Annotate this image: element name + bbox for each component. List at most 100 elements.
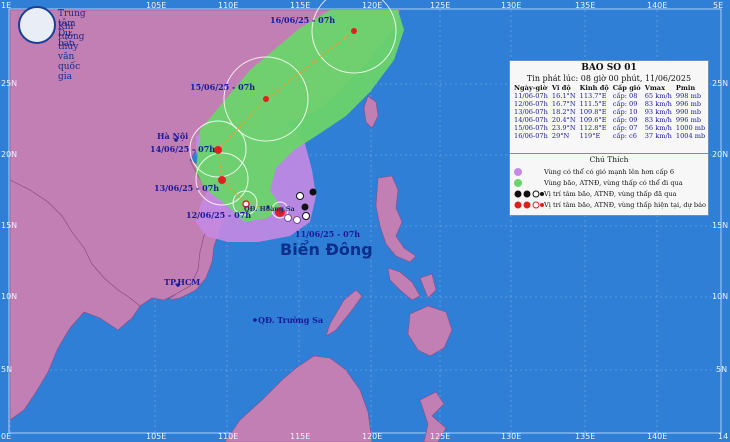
cell-latitude: 18.2°N [551, 108, 576, 116]
place-hcm: TP.HCM [164, 277, 201, 287]
lat-label-left: 5N [1, 365, 13, 374]
cell-longitude: 113.7°E [579, 92, 607, 100]
cell-latitude: 23.9°N [551, 124, 576, 132]
lon-label-top: 110E [218, 1, 239, 10]
cell-latitude: 20.4°N [551, 116, 576, 124]
cell-longitude: 112.8°E [579, 124, 607, 132]
cell-wind-level: cấp: 09 [612, 100, 638, 108]
forecast-table-header: Ngày-giờ Vĩ độ Kinh độ Cấp gió Vmax Pmin [512, 84, 707, 92]
col-pmin: Pmin [675, 84, 696, 92]
visayas-islands [387, 267, 437, 301]
cell-latitude: 16.7°N [551, 100, 576, 108]
edge-label-bottom-right: 14 [718, 432, 729, 441]
place-hoang-sa: QĐ. Hoàng Sa [244, 205, 295, 213]
track-label: 15/06/25 - 07h [190, 82, 256, 92]
table-row: 16/06-07h 29°N 119°E cấp: c6 37 km/h 1004 mb [512, 132, 707, 140]
lon-label-top: 105E [146, 1, 167, 10]
lon-label-top: 115E [290, 1, 311, 10]
cell-vmax: 37 km/h [644, 132, 672, 140]
past-center-symbols-icon [514, 189, 544, 199]
luzon-island [375, 175, 417, 263]
lat-label-left: 15N [1, 221, 18, 230]
lon-label-bottom: 125E [430, 432, 451, 441]
cell-datetime: 13/06-07h [514, 108, 548, 116]
lat-label-right: 10N [712, 292, 729, 301]
lat-label-left: 10N [1, 292, 18, 301]
lon-label-bottom: 105E [146, 432, 167, 441]
track-label: 13/06/25 - 07h [154, 183, 220, 193]
lat-label-left: 25N [1, 79, 18, 88]
legend-title: Chú Thích [589, 155, 629, 164]
lon-label-bottom: 110E [218, 432, 239, 441]
lat-label-right: 5N [716, 365, 728, 374]
cell-wind-level: cấp: 09 [612, 116, 638, 124]
cell-pmin: 996 mb [675, 100, 702, 108]
track-label: 14/06/25 - 07h [150, 144, 216, 154]
lon-label-top: 135E [575, 1, 596, 10]
cell-vmax: 56 km/h [644, 124, 672, 132]
cell-datetime: 16/06-07h [514, 132, 548, 140]
cell-vmax: 83 km/h [644, 100, 672, 108]
storm-track-map: 1E 5E 0E 14 105E 110E 115E 120E 125E 130… [0, 0, 730, 442]
col-latitude: Vĩ độ [551, 84, 571, 92]
cell-datetime: 15/06-07h [514, 124, 548, 132]
legend-item: Vị trí tâm bão, ATNĐ, vùng thấp hiện tại… [514, 200, 706, 210]
cell-longitude: 109.6°E [579, 116, 607, 124]
bulletin-title: BAO SO 01 [581, 63, 637, 73]
bulletin-panel: BAO SO 01 Tin phát lúc: 08 giờ 00 phút, … [509, 60, 709, 154]
purple-zone-swatch-icon [514, 168, 522, 176]
mindanao-island [407, 305, 453, 357]
lon-label-bottom: 115E [290, 432, 311, 441]
legend-item-label: Vùng bão, ATNĐ, vùng thấp có thể đi qua [544, 179, 683, 187]
forecast-center-symbols-icon [514, 200, 544, 210]
lat-label-left: 20N [1, 150, 18, 159]
legend-item-label: Vùng có thể có gió mạnh lên hơn cấp 6 [544, 168, 675, 176]
lon-label-bottom: 135E [575, 432, 596, 441]
lon-label-bottom: 130E [501, 432, 522, 441]
cell-datetime: 14/06-07h [514, 116, 548, 124]
lon-label-top: 140E [647, 1, 668, 10]
cell-datetime: 12/06-07h [514, 100, 548, 108]
legend-item-label: Vị trí tâm bão, ATNĐ, vùng thấp đã qua [544, 190, 677, 198]
lon-label-top: 125E [430, 1, 451, 10]
table-row: 14/06-07h 20.4°N 109.6°E cấp: 09 83 km/h 996 … [512, 116, 707, 124]
track-label: 12/06/25 - 07h [186, 210, 252, 220]
lon-label-top: 130E [501, 1, 522, 10]
cell-pmin: 996 mb [675, 116, 702, 124]
lon-label-bottom: 120E [362, 432, 383, 441]
green-cone-swatch-icon [514, 179, 522, 187]
track-label: 16/06/25 - 07h [270, 15, 336, 25]
col-vmax: Vmax [644, 84, 666, 92]
taiwan-island [363, 95, 379, 129]
legend-panel: Chú Thích Vùng có thể có gió mạnh lên hơ… [509, 153, 709, 216]
cell-latitude: 29°N [551, 132, 570, 140]
cell-vmax: 93 km/h [644, 108, 672, 116]
legend-item-label: Vị trí tâm bão, ATNĐ, vùng thấp hiện tại… [544, 201, 707, 209]
table-row: 13/06-07h 18.2°N 109.8°E cấp: 10 93 km/h 990 … [512, 108, 707, 116]
table-row: 11/06-07h 16.1°N 113.7°E cấp: 08 65 km/h 998 … [512, 92, 707, 100]
lon-label-top: 120E [362, 1, 383, 10]
borneo-island [224, 355, 373, 442]
cell-wind-level: cấp: c6 [612, 132, 637, 140]
forecast-table: Ngày-giờ Vĩ độ Kinh độ Cấp gió Vmax Pmin… [512, 84, 707, 140]
col-longitude: Kinh độ [579, 84, 609, 92]
legend-item: Vùng có thể có gió mạnh lên hơn cấp 6 [514, 167, 674, 177]
col-wind-level: Cấp gió [612, 84, 641, 92]
organization-subtitle: Khí tượng thủy văn quốc gia [58, 22, 85, 82]
place-hanoi: Hà Nội [157, 131, 189, 141]
cell-pmin: 1000 mb [675, 124, 706, 132]
cell-pmin: 998 mb [675, 92, 702, 100]
truong-sa-marker [253, 318, 257, 322]
cell-longitude: 111.5°E [579, 100, 607, 108]
legend-item: Vị trí tâm bão, ATNĐ, vùng thấp đã qua [514, 189, 677, 199]
lon-label-bottom: 140E [647, 432, 668, 441]
cell-longitude: 119°E [579, 132, 601, 140]
cell-pmin: 1004 mb [675, 132, 706, 140]
lat-label-right: 15N [712, 221, 729, 230]
cell-wind-level: cấp: 08 [612, 92, 638, 100]
lat-label-right: 20N [712, 150, 729, 159]
cell-wind-level: cấp: 10 [612, 108, 638, 116]
cell-wind-level: cấp: 07 [612, 124, 638, 132]
table-row: 12/06-07h 16.7°N 111.5°E cấp: 09 83 km/h 996 … [512, 100, 707, 108]
bulletin-issued: Tin phát lúc: 08 giờ 00 phút, 11/06/2025 [526, 74, 692, 83]
